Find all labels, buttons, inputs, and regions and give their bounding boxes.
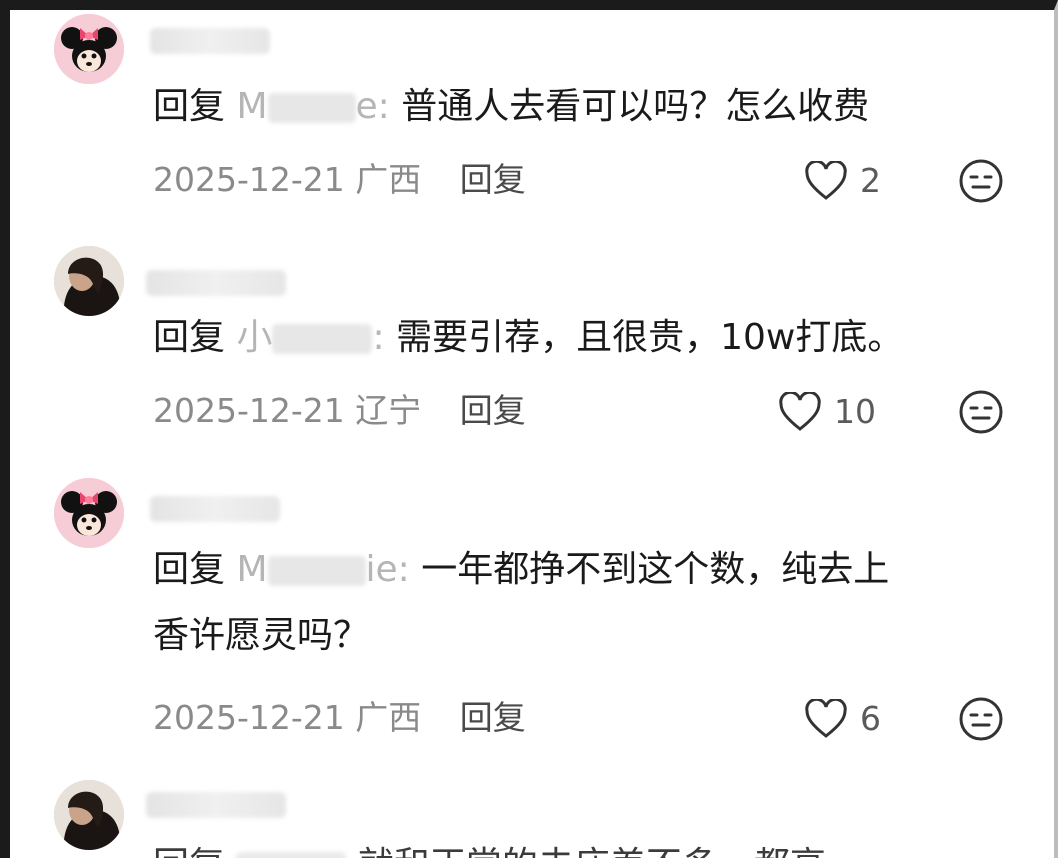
comment-meta: 2025-12-21 辽宁 回复 bbox=[153, 389, 526, 433]
mention[interactable]: Mie: bbox=[236, 549, 409, 590]
comment-body-line2: 香许愿灵吗？ bbox=[153, 615, 370, 656]
comment-text: 回复 小: 需要引荐，且很贵，10w打底。 bbox=[153, 306, 1014, 370]
avatar[interactable] bbox=[54, 14, 124, 84]
username-blurred[interactable] bbox=[150, 28, 270, 54]
reply-button[interactable]: 回复 bbox=[460, 698, 526, 737]
mention[interactable]: 小: bbox=[236, 317, 384, 358]
minnie-mouse-icon bbox=[54, 478, 124, 548]
comment-body: 普通人去看可以吗？怎么收费 bbox=[401, 86, 870, 127]
emoji-icon bbox=[959, 390, 1003, 434]
username-blurred[interactable] bbox=[150, 496, 280, 522]
reply-button[interactable]: 回复 bbox=[460, 391, 526, 430]
mention-blur bbox=[272, 324, 373, 354]
portrait-icon bbox=[54, 246, 124, 316]
comment-body: 就和正常的去庙差不多，都高 bbox=[358, 845, 826, 858]
like-count: 2 bbox=[860, 161, 881, 200]
reply-prefix: 回复 bbox=[153, 845, 225, 858]
comment-location: 辽宁 bbox=[355, 391, 422, 430]
comment-location: 广西 bbox=[355, 698, 422, 737]
mention-end: ie: bbox=[365, 549, 410, 590]
like-count: 6 bbox=[860, 699, 881, 738]
mention-blur bbox=[267, 556, 366, 586]
like-button[interactable]: 10 bbox=[778, 390, 876, 434]
like-button[interactable]: 2 bbox=[804, 159, 881, 203]
comment-meta: 2025-12-21 广西 回复 bbox=[153, 696, 526, 740]
mention[interactable]: Me: bbox=[236, 86, 389, 127]
mention-start: M bbox=[236, 549, 268, 590]
heart-icon bbox=[779, 392, 821, 431]
emoji-button[interactable] bbox=[958, 389, 1004, 435]
comment-text: 回复 Me: 普通人去看可以吗？怎么收费 bbox=[153, 75, 1014, 139]
emoji-button[interactable] bbox=[958, 158, 1004, 204]
emoji-button[interactable] bbox=[958, 696, 1004, 742]
emoji-icon bbox=[959, 697, 1003, 741]
like-count: 10 bbox=[834, 392, 876, 431]
comment-date: 2025-12-21 bbox=[153, 160, 345, 199]
comment-date: 2025-12-21 bbox=[153, 698, 345, 737]
reply-prefix: 回复 bbox=[153, 549, 226, 590]
mention-blur bbox=[267, 93, 356, 123]
mention-end: e: bbox=[355, 86, 390, 127]
comment-text: 回复 就和正常的去庙差不多，都高 bbox=[153, 834, 1014, 858]
portrait-icon bbox=[54, 780, 124, 850]
comment-location: 广西 bbox=[355, 160, 422, 199]
avatar[interactable] bbox=[54, 478, 124, 548]
heart-icon bbox=[805, 161, 847, 200]
comment-date: 2025-12-21 bbox=[153, 391, 345, 430]
mention-blur bbox=[236, 852, 347, 858]
mention-start: 小 bbox=[236, 317, 273, 358]
comment-meta: 2025-12-21 广西 回复 bbox=[153, 158, 526, 202]
comment-list: 回复 Me: 普通人去看可以吗？怎么收费 2025-12-21 广西 回复 2 bbox=[0, 0, 1058, 858]
comment-body: 需要引荐，且很贵，10w打底。 bbox=[396, 317, 904, 358]
mention-start: M bbox=[236, 86, 268, 127]
reply-prefix: 回复 bbox=[153, 317, 226, 358]
like-button[interactable]: 6 bbox=[804, 697, 881, 741]
username-blurred[interactable] bbox=[146, 792, 286, 818]
comment-text: 回复 Mie: 一年都挣不到这个数，纯去上 bbox=[153, 538, 1014, 602]
avatar[interactable] bbox=[54, 246, 124, 316]
username-blurred[interactable] bbox=[146, 270, 286, 296]
heart-icon bbox=[805, 699, 847, 738]
comment-text-line2: 香许愿灵吗？ bbox=[153, 604, 1014, 668]
reply-button[interactable]: 回复 bbox=[460, 160, 526, 199]
reply-prefix: 回复 bbox=[153, 86, 226, 127]
avatar[interactable] bbox=[54, 780, 124, 850]
mention-end: : bbox=[372, 317, 385, 358]
comment-body: 一年都挣不到这个数，纯去上 bbox=[421, 549, 890, 590]
mention[interactable] bbox=[236, 845, 347, 858]
minnie-mouse-icon bbox=[54, 14, 124, 84]
emoji-icon bbox=[959, 159, 1003, 203]
